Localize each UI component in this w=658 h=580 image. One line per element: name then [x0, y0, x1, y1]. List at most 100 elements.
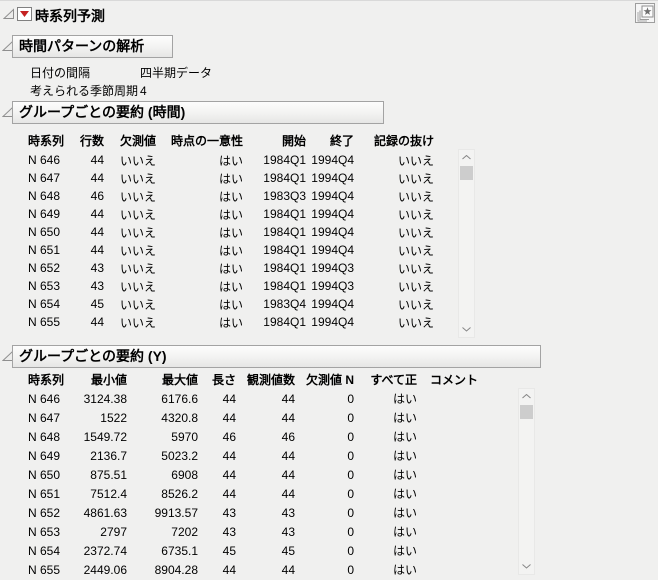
cell: 0: [347, 410, 354, 425]
cell: 1994Q4: [311, 189, 354, 203]
cell: 5023.2: [161, 448, 198, 463]
table-row[interactable]: N 654 2372.74 6735.1 45 45 0 はい: [13, 541, 479, 560]
cell: 2449.06: [83, 562, 127, 577]
cell: はい: [218, 243, 243, 258]
cell: 1994Q4: [311, 297, 354, 311]
cell: 5970: [171, 429, 198, 444]
cell: 44: [281, 562, 295, 577]
table-row[interactable]: N 647 44 いいえ はい 1984Q1 1994Q4 いいえ: [13, 169, 436, 187]
cell: 46: [281, 429, 295, 444]
cell: 0: [347, 391, 354, 406]
cell: はい: [392, 506, 417, 520]
cell: [419, 389, 479, 408]
table-row[interactable]: N 650 44 いいえ はい 1984Q1 1994Q4 いいえ: [13, 223, 436, 241]
table-row[interactable]: N 649 2136.7 5023.2 44 44 0 はい: [13, 446, 479, 465]
table-row[interactable]: N 655 44 いいえ はい 1984Q1 1994Q4 いいえ: [13, 313, 436, 331]
cell: はい: [218, 207, 243, 222]
cell: 0: [347, 486, 354, 501]
cell: いいえ: [397, 279, 434, 294]
table-row[interactable]: N 649 44 いいえ はい 1984Q1 1994Q4 いいえ: [13, 205, 436, 223]
table-row[interactable]: N 648 46 いいえ はい 1983Q3 1994Q4 いいえ: [13, 187, 436, 205]
cell: [419, 560, 479, 579]
cell: 1984Q1: [263, 153, 306, 167]
table-row[interactable]: N 651 7512.4 8526.2 44 44 0 はい: [13, 484, 479, 503]
cell: N 651: [28, 243, 61, 257]
section-header-group-summary-y[interactable]: グループごとの要約 (Y): [12, 345, 541, 368]
red-triangle-menu-button[interactable]: [17, 7, 32, 21]
vertical-scrollbar[interactable]: [518, 388, 535, 575]
cell: 43: [281, 505, 295, 520]
cell: 0: [347, 505, 354, 520]
cell: 43: [90, 279, 104, 293]
kv-row-seasonal-period: 考えられる季節周期 4: [30, 82, 147, 99]
table-row[interactable]: N 646 44 いいえ はい 1984Q1 1994Q4 いいえ: [13, 151, 436, 169]
cell: はい: [218, 153, 243, 168]
kv-label: 日付の間隔: [30, 66, 91, 80]
table-row[interactable]: N 655 2449.06 8904.28 44 44 0 はい: [13, 560, 479, 579]
section-title: グループごとの要約 (時間): [19, 104, 186, 120]
table-row[interactable]: N 647 1522 4320.8 44 44 0 はい: [13, 408, 479, 427]
scrollbar-thumb[interactable]: [460, 166, 473, 180]
cell: 43: [222, 524, 236, 539]
table-row[interactable]: N 652 43 いいえ はい 1984Q1 1994Q3 いいえ: [13, 259, 436, 277]
cell: 45: [281, 543, 295, 558]
cell: いいえ: [397, 207, 434, 222]
section-header-time-pattern[interactable]: 時間パターンの解析: [12, 35, 173, 58]
scroll-down-button[interactable]: [459, 322, 474, 337]
cell: はい: [218, 171, 243, 186]
scroll-up-button[interactable]: [459, 150, 474, 165]
chevron-up-icon: [522, 394, 531, 399]
scroll-up-button[interactable]: [519, 389, 534, 404]
column-header: 時系列: [28, 134, 65, 148]
cell: はい: [392, 563, 417, 577]
table-row[interactable]: N 648 1549.72 5970 46 46 0 はい: [13, 427, 479, 446]
cell: 43: [90, 261, 104, 275]
cell: 44: [90, 207, 104, 221]
cell: 4320.8: [161, 410, 198, 425]
cell: N 648: [28, 429, 61, 444]
table-row[interactable]: N 654 45 いいえ はい 1983Q4 1994Q4 いいえ: [13, 295, 436, 313]
table-row[interactable]: N 646 3124.38 6176.6 44 44 0 はい: [13, 389, 479, 408]
cell: いいえ: [397, 261, 434, 276]
cell: 1994Q4: [311, 315, 354, 329]
table-row[interactable]: N 653 43 いいえ はい 1984Q1 1994Q3 いいえ: [13, 277, 436, 295]
cell: 875.51: [90, 467, 127, 482]
cell: N 652: [28, 505, 61, 520]
cell: 1983Q3: [263, 189, 306, 203]
vertical-scrollbar[interactable]: [458, 149, 475, 338]
cell: 44: [90, 153, 104, 167]
cell: [419, 465, 479, 484]
cell: 44: [90, 171, 104, 185]
cell: 44: [222, 562, 236, 577]
table-row[interactable]: N 650 875.51 6908 44 44 0 はい: [13, 465, 479, 484]
cell: N 650: [28, 467, 61, 482]
cell: いいえ: [119, 279, 156, 294]
scroll-down-button[interactable]: [519, 559, 534, 574]
cell: 44: [90, 225, 104, 239]
column-header: 欠測値 N: [305, 372, 354, 387]
section-header-group-summary-time[interactable]: グループごとの要約 (時間): [12, 101, 384, 124]
cell: はい: [392, 411, 417, 425]
table-row[interactable]: N 653 2797 7202 43 43 0 はい: [13, 522, 479, 541]
cell: いいえ: [119, 261, 156, 276]
cell: 44: [222, 391, 236, 406]
cell: N 646: [28, 153, 61, 167]
bookmark-star-button[interactable]: [635, 3, 655, 23]
cell: いいえ: [397, 315, 434, 330]
cell: いいえ: [119, 153, 156, 168]
table-row[interactable]: N 651 44 いいえ はい 1984Q1 1994Q4 いいえ: [13, 241, 436, 259]
cell: 0: [347, 524, 354, 539]
cell: 7202: [171, 524, 198, 539]
disclosure-triangle-icon[interactable]: [2, 8, 15, 20]
table-row[interactable]: N 652 4861.63 9913.57 43 43 0 はい: [13, 503, 479, 522]
cell: 7512.4: [90, 486, 127, 501]
cell: 2372.74: [83, 543, 127, 558]
cell: 1984Q1: [263, 279, 306, 293]
cell: N 655: [28, 562, 61, 577]
kv-value: 四半期データ: [140, 66, 213, 80]
cell: [419, 541, 479, 560]
layered-star-icon: [637, 5, 654, 21]
cell: 0: [347, 562, 354, 577]
scrollbar-thumb[interactable]: [520, 405, 533, 419]
cell: 8526.2: [161, 486, 198, 501]
